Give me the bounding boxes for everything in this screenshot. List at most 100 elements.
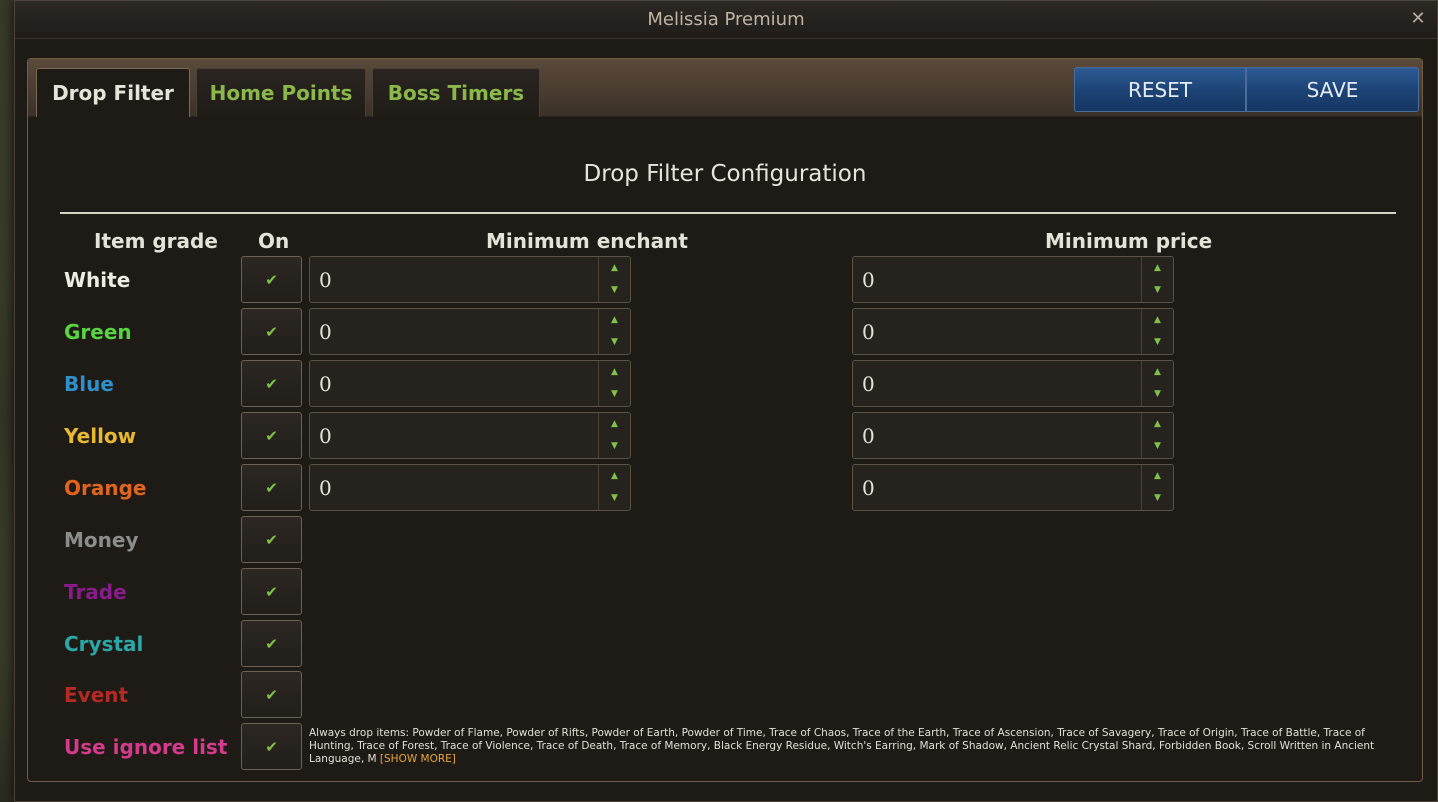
grade-label: Trade — [64, 580, 127, 604]
checkmark-icon: ✔ — [265, 737, 278, 756]
grade-label: Blue — [64, 372, 114, 396]
decrement-icon[interactable]: ▼ — [599, 331, 630, 353]
min-price-input[interactable] — [853, 413, 1141, 458]
checkmark-icon: ✔ — [265, 426, 278, 445]
increment-icon[interactable]: ▲ — [1142, 465, 1173, 487]
grade-label: Yellow — [64, 424, 137, 448]
enabled-checkbox[interactable]: ✔ — [241, 464, 302, 511]
grade-label: Money — [64, 528, 139, 552]
config-title: Drop Filter Configuration — [583, 161, 867, 187]
grade-row-ignore-list: Use ignore list ✔ Always drop items: Pow… — [28, 723, 1422, 771]
header-minimum-price: Minimum price — [1045, 229, 1213, 253]
header-minimum-enchant: Minimum enchant — [486, 229, 688, 253]
increment-icon[interactable]: ▲ — [599, 361, 630, 383]
divider — [60, 212, 1396, 214]
tab-boss-timers[interactable]: Boss Timers — [372, 68, 540, 117]
decrement-icon[interactable]: ▼ — [1142, 487, 1173, 509]
increment-icon[interactable]: ▲ — [599, 465, 630, 487]
checkmark-icon: ✔ — [265, 582, 278, 601]
enabled-checkbox[interactable]: ✔ — [241, 308, 302, 355]
checkmark-icon: ✔ — [265, 685, 278, 704]
checkmark-icon: ✔ — [265, 634, 278, 653]
grade-label: Green — [64, 320, 132, 344]
title-bar[interactable]: Melissia Premium ✕ — [15, 1, 1437, 39]
decrement-icon[interactable]: ▼ — [1142, 435, 1173, 457]
decrement-icon[interactable]: ▼ — [599, 435, 630, 457]
grade-row-blue: Blue ✔ ▲▼ ▲▼ — [28, 360, 1422, 408]
min-price-stepper: ▲▼ — [852, 464, 1174, 511]
min-enchant-stepper: ▲▼ — [309, 360, 631, 407]
enabled-checkbox[interactable]: ✔ — [241, 568, 302, 615]
decrement-icon[interactable]: ▼ — [599, 383, 630, 405]
min-price-stepper: ▲▼ — [852, 360, 1174, 407]
tab-drop-filter[interactable]: Drop Filter — [36, 68, 190, 117]
min-price-stepper: ▲▼ — [852, 308, 1174, 355]
grade-row-yellow: Yellow ✔ ▲▼ ▲▼ — [28, 412, 1422, 460]
enabled-checkbox[interactable]: ✔ — [241, 620, 302, 667]
checkmark-icon: ✔ — [265, 478, 278, 497]
min-enchant-input[interactable] — [310, 413, 598, 458]
grade-label: Orange — [64, 476, 147, 500]
enabled-checkbox[interactable]: ✔ — [241, 671, 302, 718]
min-enchant-input[interactable] — [310, 257, 598, 302]
checkmark-icon: ✔ — [265, 374, 278, 393]
decrement-icon[interactable]: ▼ — [1142, 383, 1173, 405]
increment-icon[interactable]: ▲ — [1142, 413, 1173, 435]
increment-icon[interactable]: ▲ — [1142, 361, 1173, 383]
grade-row-trade: Trade ✔ — [28, 568, 1422, 616]
min-enchant-stepper: ▲▼ — [309, 464, 631, 511]
melissia-premium-window: Melissia Premium ✕ Drop Filter Home Poin… — [14, 0, 1438, 802]
min-enchant-stepper: ▲▼ — [309, 412, 631, 459]
min-price-input[interactable] — [853, 257, 1141, 302]
enabled-checkbox[interactable]: ✔ — [241, 723, 302, 770]
header-on: On — [258, 229, 290, 253]
grade-label: Use ignore list — [64, 735, 228, 759]
decrement-icon[interactable]: ▼ — [599, 487, 630, 509]
show-more-link[interactable]: [SHOW MORE] — [380, 753, 456, 765]
min-price-input[interactable] — [853, 309, 1141, 354]
close-icon[interactable]: ✕ — [1407, 8, 1429, 30]
grade-row-event: Event ✔ — [28, 671, 1422, 719]
min-price-input[interactable] — [853, 465, 1141, 510]
decrement-icon[interactable]: ▼ — [599, 279, 630, 301]
min-price-input[interactable] — [853, 361, 1141, 406]
settings-panel: Drop Filter Home Points Boss Timers RESE… — [27, 58, 1423, 782]
min-enchant-stepper: ▲▼ — [309, 308, 631, 355]
tab-home-points[interactable]: Home Points — [196, 68, 366, 117]
grade-row-green: Green ✔ ▲▼ ▲▼ — [28, 308, 1422, 356]
increment-icon[interactable]: ▲ — [599, 309, 630, 331]
checkmark-icon: ✔ — [265, 322, 278, 341]
checkmark-icon: ✔ — [265, 270, 278, 289]
save-button[interactable]: SAVE — [1246, 67, 1419, 112]
grade-label: Crystal — [64, 632, 144, 656]
grade-label: White — [64, 268, 131, 292]
tab-bar: Drop Filter Home Points Boss Timers RESE… — [28, 59, 1422, 117]
enabled-checkbox[interactable]: ✔ — [241, 360, 302, 407]
grade-row-white: White ✔ ▲▼ ▲▼ — [28, 256, 1422, 304]
grade-row-crystal: Crystal ✔ — [28, 620, 1422, 668]
enabled-checkbox[interactable]: ✔ — [241, 256, 302, 303]
window-title: Melissia Premium — [647, 9, 805, 30]
ignore-list-text: Always drop items: Powder of Flame, Powd… — [309, 727, 1375, 765]
min-enchant-input[interactable] — [310, 465, 598, 510]
decrement-icon[interactable]: ▼ — [1142, 279, 1173, 301]
increment-icon[interactable]: ▲ — [599, 257, 630, 279]
grade-row-money: Money ✔ — [28, 516, 1422, 564]
increment-icon[interactable]: ▲ — [1142, 257, 1173, 279]
decrement-icon[interactable]: ▼ — [1142, 331, 1173, 353]
min-price-stepper: ▲▼ — [852, 256, 1174, 303]
grade-label: Event — [64, 683, 129, 707]
min-price-stepper: ▲▼ — [852, 412, 1174, 459]
increment-icon[interactable]: ▲ — [1142, 309, 1173, 331]
enabled-checkbox[interactable]: ✔ — [241, 412, 302, 459]
increment-icon[interactable]: ▲ — [599, 413, 630, 435]
grade-row-orange: Orange ✔ ▲▼ ▲▼ — [28, 464, 1422, 512]
enabled-checkbox[interactable]: ✔ — [241, 516, 302, 563]
checkmark-icon: ✔ — [265, 530, 278, 549]
min-enchant-stepper: ▲▼ — [309, 256, 631, 303]
ignore-list-description: Always drop items: Powder of Flame, Powd… — [309, 727, 1389, 766]
header-item-grade: Item grade — [94, 229, 218, 253]
min-enchant-input[interactable] — [310, 361, 598, 406]
reset-button[interactable]: RESET — [1074, 67, 1246, 112]
min-enchant-input[interactable] — [310, 309, 598, 354]
